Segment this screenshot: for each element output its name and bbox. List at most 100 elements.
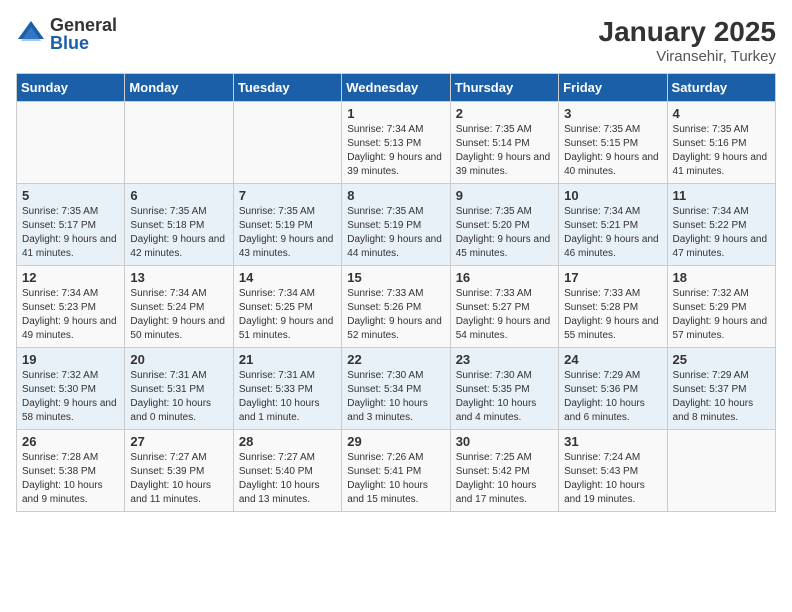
day-info: Sunrise: 7:33 AMSunset: 5:28 PMDaylight:… <box>564 287 661 343</box>
day-number: 22 <box>347 352 444 367</box>
cell-3-0: 19 Sunrise: 7:32 AMSunset: 5:30 PMDaylig… <box>17 348 125 430</box>
cell-4-1: 27 Sunrise: 7:27 AMSunset: 5:39 PMDaylig… <box>125 430 233 512</box>
day-number: 2 <box>456 106 553 121</box>
day-info: Sunrise: 7:35 AMSunset: 5:19 PMDaylight:… <box>347 205 444 261</box>
title-block: January 2025 Viransehir, Turkey <box>599 16 776 65</box>
cell-4-6 <box>667 430 775 512</box>
day-number: 28 <box>239 434 336 449</box>
cell-4-4: 30 Sunrise: 7:25 AMSunset: 5:42 PMDaylig… <box>450 430 558 512</box>
cell-0-1 <box>125 102 233 184</box>
day-number: 20 <box>130 352 227 367</box>
day-info: Sunrise: 7:30 AMSunset: 5:34 PMDaylight:… <box>347 369 444 425</box>
header-tuesday: Tuesday <box>233 74 341 102</box>
day-info: Sunrise: 7:35 AMSunset: 5:14 PMDaylight:… <box>456 123 553 179</box>
day-info: Sunrise: 7:35 AMSunset: 5:16 PMDaylight:… <box>673 123 770 179</box>
cell-1-3: 8 Sunrise: 7:35 AMSunset: 5:19 PMDayligh… <box>342 184 450 266</box>
day-number: 8 <box>347 188 444 203</box>
day-info: Sunrise: 7:33 AMSunset: 5:26 PMDaylight:… <box>347 287 444 343</box>
cell-2-4: 16 Sunrise: 7:33 AMSunset: 5:27 PMDaylig… <box>450 266 558 348</box>
day-number: 10 <box>564 188 661 203</box>
calendar-title: January 2025 <box>599 16 776 48</box>
day-info: Sunrise: 7:35 AMSunset: 5:19 PMDaylight:… <box>239 205 336 261</box>
cell-2-5: 17 Sunrise: 7:33 AMSunset: 5:28 PMDaylig… <box>559 266 667 348</box>
cell-3-1: 20 Sunrise: 7:31 AMSunset: 5:31 PMDaylig… <box>125 348 233 430</box>
cell-1-1: 6 Sunrise: 7:35 AMSunset: 5:18 PMDayligh… <box>125 184 233 266</box>
day-info: Sunrise: 7:29 AMSunset: 5:37 PMDaylight:… <box>673 369 770 425</box>
day-number: 9 <box>456 188 553 203</box>
day-number: 29 <box>347 434 444 449</box>
day-info: Sunrise: 7:34 AMSunset: 5:23 PMDaylight:… <box>22 287 119 343</box>
cell-1-5: 10 Sunrise: 7:34 AMSunset: 5:21 PMDaylig… <box>559 184 667 266</box>
day-info: Sunrise: 7:26 AMSunset: 5:41 PMDaylight:… <box>347 451 444 507</box>
cell-0-2 <box>233 102 341 184</box>
cell-4-2: 28 Sunrise: 7:27 AMSunset: 5:40 PMDaylig… <box>233 430 341 512</box>
cell-0-5: 3 Sunrise: 7:35 AMSunset: 5:15 PMDayligh… <box>559 102 667 184</box>
day-info: Sunrise: 7:32 AMSunset: 5:29 PMDaylight:… <box>673 287 770 343</box>
day-info: Sunrise: 7:25 AMSunset: 5:42 PMDaylight:… <box>456 451 553 507</box>
week-row-1: 5 Sunrise: 7:35 AMSunset: 5:17 PMDayligh… <box>17 184 776 266</box>
day-number: 15 <box>347 270 444 285</box>
cell-0-6: 4 Sunrise: 7:35 AMSunset: 5:16 PMDayligh… <box>667 102 775 184</box>
calendar-body: 1 Sunrise: 7:34 AMSunset: 5:13 PMDayligh… <box>17 102 776 512</box>
day-info: Sunrise: 7:34 AMSunset: 5:25 PMDaylight:… <box>239 287 336 343</box>
header-wednesday: Wednesday <box>342 74 450 102</box>
week-row-0: 1 Sunrise: 7:34 AMSunset: 5:13 PMDayligh… <box>17 102 776 184</box>
cell-0-4: 2 Sunrise: 7:35 AMSunset: 5:14 PMDayligh… <box>450 102 558 184</box>
cell-4-0: 26 Sunrise: 7:28 AMSunset: 5:38 PMDaylig… <box>17 430 125 512</box>
day-number: 13 <box>130 270 227 285</box>
logo: General Blue <box>16 16 117 52</box>
cell-2-2: 14 Sunrise: 7:34 AMSunset: 5:25 PMDaylig… <box>233 266 341 348</box>
day-info: Sunrise: 7:35 AMSunset: 5:20 PMDaylight:… <box>456 205 553 261</box>
cell-1-4: 9 Sunrise: 7:35 AMSunset: 5:20 PMDayligh… <box>450 184 558 266</box>
day-info: Sunrise: 7:27 AMSunset: 5:39 PMDaylight:… <box>130 451 227 507</box>
day-info: Sunrise: 7:30 AMSunset: 5:35 PMDaylight:… <box>456 369 553 425</box>
logo-icon <box>16 19 46 49</box>
calendar-subtitle: Viransehir, Turkey <box>599 48 776 65</box>
day-number: 26 <box>22 434 119 449</box>
cell-3-5: 24 Sunrise: 7:29 AMSunset: 5:36 PMDaylig… <box>559 348 667 430</box>
cell-0-3: 1 Sunrise: 7:34 AMSunset: 5:13 PMDayligh… <box>342 102 450 184</box>
day-number: 23 <box>456 352 553 367</box>
day-number: 11 <box>673 188 770 203</box>
day-number: 17 <box>564 270 661 285</box>
cell-2-1: 13 Sunrise: 7:34 AMSunset: 5:24 PMDaylig… <box>125 266 233 348</box>
header-sunday: Sunday <box>17 74 125 102</box>
week-row-2: 12 Sunrise: 7:34 AMSunset: 5:23 PMDaylig… <box>17 266 776 348</box>
day-number: 14 <box>239 270 336 285</box>
cell-0-0 <box>17 102 125 184</box>
day-number: 5 <box>22 188 119 203</box>
day-info: Sunrise: 7:34 AMSunset: 5:22 PMDaylight:… <box>673 205 770 261</box>
day-number: 25 <box>673 352 770 367</box>
logo-blue-text: Blue <box>50 34 117 52</box>
day-info: Sunrise: 7:34 AMSunset: 5:21 PMDaylight:… <box>564 205 661 261</box>
logo-general-text: General <box>50 16 117 34</box>
day-info: Sunrise: 7:27 AMSunset: 5:40 PMDaylight:… <box>239 451 336 507</box>
cell-3-6: 25 Sunrise: 7:29 AMSunset: 5:37 PMDaylig… <box>667 348 775 430</box>
cell-1-0: 5 Sunrise: 7:35 AMSunset: 5:17 PMDayligh… <box>17 184 125 266</box>
header-monday: Monday <box>125 74 233 102</box>
day-number: 30 <box>456 434 553 449</box>
day-info: Sunrise: 7:28 AMSunset: 5:38 PMDaylight:… <box>22 451 119 507</box>
header-saturday: Saturday <box>667 74 775 102</box>
day-number: 4 <box>673 106 770 121</box>
day-number: 27 <box>130 434 227 449</box>
cell-1-2: 7 Sunrise: 7:35 AMSunset: 5:19 PMDayligh… <box>233 184 341 266</box>
day-number: 18 <box>673 270 770 285</box>
day-number: 31 <box>564 434 661 449</box>
page-header: General Blue January 2025 Viransehir, Tu… <box>16 16 776 65</box>
cell-4-3: 29 Sunrise: 7:26 AMSunset: 5:41 PMDaylig… <box>342 430 450 512</box>
day-number: 7 <box>239 188 336 203</box>
header-thursday: Thursday <box>450 74 558 102</box>
cell-2-0: 12 Sunrise: 7:34 AMSunset: 5:23 PMDaylig… <box>17 266 125 348</box>
day-info: Sunrise: 7:29 AMSunset: 5:36 PMDaylight:… <box>564 369 661 425</box>
week-row-4: 26 Sunrise: 7:28 AMSunset: 5:38 PMDaylig… <box>17 430 776 512</box>
day-number: 24 <box>564 352 661 367</box>
day-info: Sunrise: 7:35 AMSunset: 5:18 PMDaylight:… <box>130 205 227 261</box>
day-info: Sunrise: 7:31 AMSunset: 5:33 PMDaylight:… <box>239 369 336 425</box>
header-friday: Friday <box>559 74 667 102</box>
day-info: Sunrise: 7:31 AMSunset: 5:31 PMDaylight:… <box>130 369 227 425</box>
day-info: Sunrise: 7:35 AMSunset: 5:17 PMDaylight:… <box>22 205 119 261</box>
day-info: Sunrise: 7:24 AMSunset: 5:43 PMDaylight:… <box>564 451 661 507</box>
calendar-table: Sunday Monday Tuesday Wednesday Thursday… <box>16 73 776 512</box>
day-number: 16 <box>456 270 553 285</box>
